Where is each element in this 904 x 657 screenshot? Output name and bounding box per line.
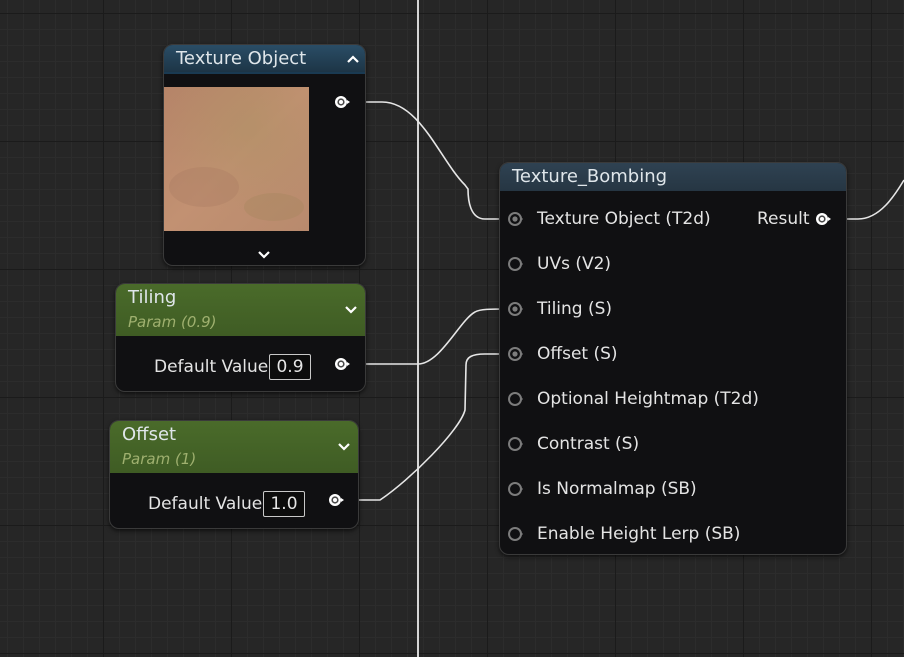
tiling-param-node[interactable]: Tiling Param (0.9) Default Value 0.9: [115, 283, 366, 392]
tiling-default-value-field[interactable]: 0.9: [269, 354, 311, 380]
input-pin-is-normalmap[interactable]: [507, 481, 523, 497]
input-label-offset: Offset (S): [537, 344, 618, 364]
wire-offset-to-bombing: [348, 353, 509, 501]
graph-divider-line: [417, 0, 419, 657]
input-label-enable-height-lerp: Enable Height Lerp (SB): [537, 524, 741, 544]
chevron-down-icon[interactable]: [256, 249, 272, 261]
tiling-title: Tiling: [128, 287, 177, 308]
chevron-up-icon[interactable]: [345, 51, 361, 67]
output-pin-result[interactable]: [815, 211, 831, 227]
input-label-texture-object: Texture Object (T2d): [537, 209, 711, 229]
texture-object-title: Texture Object: [176, 48, 307, 69]
wire-tiling-to-bombing: [355, 308, 510, 365]
offset-output-pin[interactable]: [328, 492, 344, 508]
offset-param-node[interactable]: Offset Param (1) Default Value 1.0: [109, 420, 359, 529]
input-pin-texture-object[interactable]: [507, 211, 523, 227]
input-label-tiling: Tiling (S): [537, 299, 613, 319]
texture-bombing-header[interactable]: Texture_Bombing: [500, 163, 846, 191]
input-label-is-normalmap: Is Normalmap (SB): [537, 479, 697, 499]
wire-texture-to-bombing: [355, 101, 509, 220]
tiling-subtitle: Param (0.9): [128, 313, 217, 331]
offset-default-value-field[interactable]: 1.0: [263, 491, 305, 517]
offset-default-value-label: Default Value: [148, 494, 263, 514]
texture-object-output-pin[interactable]: [334, 94, 350, 110]
output-label-result: Result: [757, 209, 810, 229]
texture-object-header[interactable]: Texture Object: [164, 45, 365, 74]
input-pin-enable-height-lerp[interactable]: [507, 526, 523, 542]
chevron-down-icon[interactable]: [343, 301, 359, 317]
chevron-down-icon[interactable]: [336, 438, 352, 454]
input-pin-tiling[interactable]: [507, 301, 523, 317]
input-label-uvs: UVs (V2): [537, 254, 612, 274]
tiling-output-pin[interactable]: [334, 356, 350, 372]
graph-canvas[interactable]: Texture Object Tiling Param (0.9) Defaul…: [0, 0, 904, 657]
input-label-optional-heightmap: Optional Heightmap (T2d): [537, 389, 759, 409]
texture-bombing-title: Texture_Bombing: [512, 166, 668, 187]
input-pin-contrast[interactable]: [507, 436, 523, 452]
offset-title: Offset: [122, 424, 177, 445]
input-pin-optional-heightmap[interactable]: [507, 391, 523, 407]
texture-preview: [164, 87, 309, 231]
tiling-header[interactable]: Tiling Param (0.9): [116, 284, 365, 336]
input-label-contrast: Contrast (S): [537, 434, 640, 454]
input-pin-uvs[interactable]: [507, 256, 523, 272]
offset-header[interactable]: Offset Param (1): [110, 421, 358, 473]
tiling-default-value-label: Default Value: [154, 357, 269, 377]
input-pin-offset[interactable]: [507, 346, 523, 362]
offset-subtitle: Param (1): [122, 450, 197, 468]
